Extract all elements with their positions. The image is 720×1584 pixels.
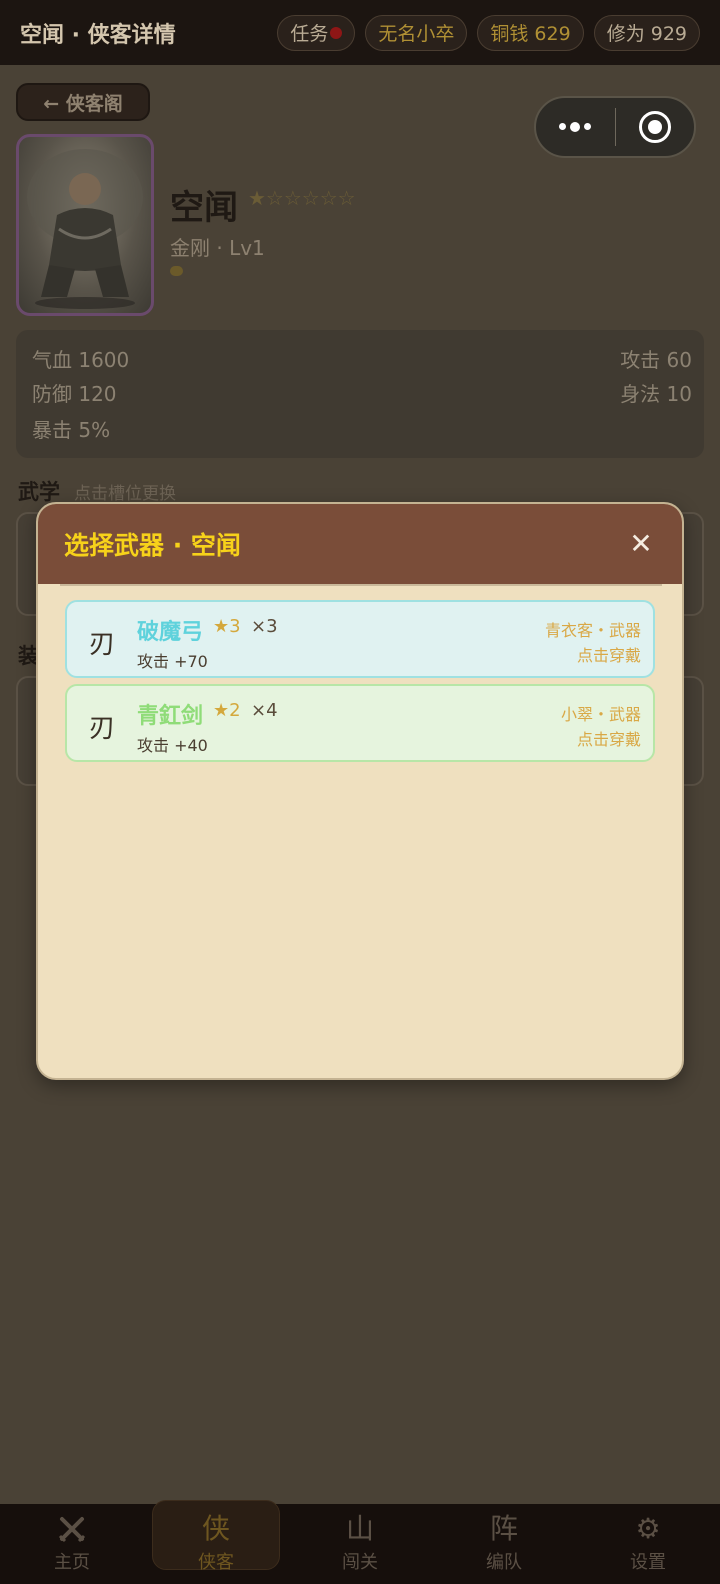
gear-icon: ⚙ [635,1512,661,1545]
weapon-name: 青釭剑 [137,704,204,729]
tab-stages[interactable]: 山 闯关 [288,1504,432,1584]
tab-stages-label: 闯关 [342,1552,378,1573]
weapon-count: ×3 [251,616,278,637]
weapon-select-dialog: 选择武器 · 空闻 ✕ 刃 破魔弓 ★3 ×3 攻击 +70 青衣客・武器 点击… [36,502,684,1080]
formation-tab-icon: 阵 [489,1512,518,1545]
tab-formation-label: 编队 [486,1552,522,1573]
more-menu-icon[interactable] [536,121,615,132]
stats-panel: 气血 1600 攻击 60 防御 120 身法 10 暴击 5% [16,330,704,458]
tab-settings-label: 设置 [630,1552,666,1573]
task-button[interactable]: 任务 [277,14,356,51]
coins-badge: 铜钱 629 [477,14,584,51]
dialog-title: 选择武器 · 空闻 [64,531,241,560]
weapon-stat: 攻击 +70 [137,652,208,671]
tab-formation[interactable]: 阵 编队 [432,1504,576,1584]
task-label: 任务 [290,23,329,45]
top-bar: 空闻 · 侠客详情 任务 无名小卒 铜钱 629 修为 929 [0,0,720,65]
weapon-count: ×4 [251,700,278,721]
stat-attack: 攻击 60 [620,348,692,372]
hero-name: 空闻 [170,188,238,228]
hero-class-level: 金刚 · Lv1 [170,236,265,260]
stat-defense: 防御 120 [32,382,117,406]
back-button[interactable]: ← 侠客阁 [16,83,150,121]
equip-action[interactable]: 点击穿戴 [577,642,641,666]
header-divider [60,584,662,586]
weapon-item[interactable]: 刃 破魔弓 ★3 ×3 攻击 +70 青衣客・武器 点击穿戴 [65,600,655,678]
close-icon[interactable]: ✕ [626,529,656,559]
weapon-owner: 小翠・武器 [560,705,641,724]
tab-heroes[interactable]: 侠 侠客 [144,1500,288,1584]
bottom-tab-bar: 主页 侠 侠客 山 闯关 阵 编队 ⚙ 设置 [0,1500,720,1584]
mountain-tab-icon: 山 [345,1512,374,1545]
weapon-name: 破魔弓 [137,620,204,645]
rank-badge: 无名小卒 [365,14,468,51]
hero-portrait [16,134,154,316]
cultivation-badge: 修为 929 [593,14,700,51]
stat-agility: 身法 10 [620,382,692,406]
weapon-item[interactable]: 刃 青釭剑 ★2 ×4 攻击 +40 小翠・武器 点击穿戴 [65,684,655,762]
equip-action[interactable]: 点击穿戴 [577,726,641,750]
close-miniprogram-icon[interactable] [616,111,695,143]
blade-icon: 刃 [89,630,116,660]
weapon-owner: 青衣客・武器 [544,621,641,640]
stat-crit: 暴击 5% [32,418,111,442]
monk-figure-icon [27,149,143,309]
coin-icon [170,266,183,276]
crossed-swords-icon [57,1514,87,1546]
miniprogram-capsule [534,96,696,158]
weapon-stat: 攻击 +40 [137,736,208,755]
weapon-stars: ★2 [213,700,241,721]
tab-settings[interactable]: ⚙ 设置 [576,1504,720,1584]
page-title: 空闻 · 侠客详情 [20,22,176,48]
stat-hp: 气血 1600 [32,348,130,372]
blade-icon: 刃 [89,714,116,744]
dialog-header: 选择武器 · 空闻 ✕ [38,504,682,584]
hero-tab-icon: 侠 [201,1512,230,1545]
hero-star-rating: ★☆☆☆☆☆ [248,186,356,210]
tab-home[interactable]: 主页 [0,1504,144,1584]
notification-dot-icon [330,26,343,39]
tab-home-label: 主页 [54,1552,90,1573]
weapon-stars: ★3 [213,616,241,637]
martial-section-hint: 点击槽位更换 [74,484,176,504]
tab-heroes-label: 侠客 [198,1552,234,1573]
